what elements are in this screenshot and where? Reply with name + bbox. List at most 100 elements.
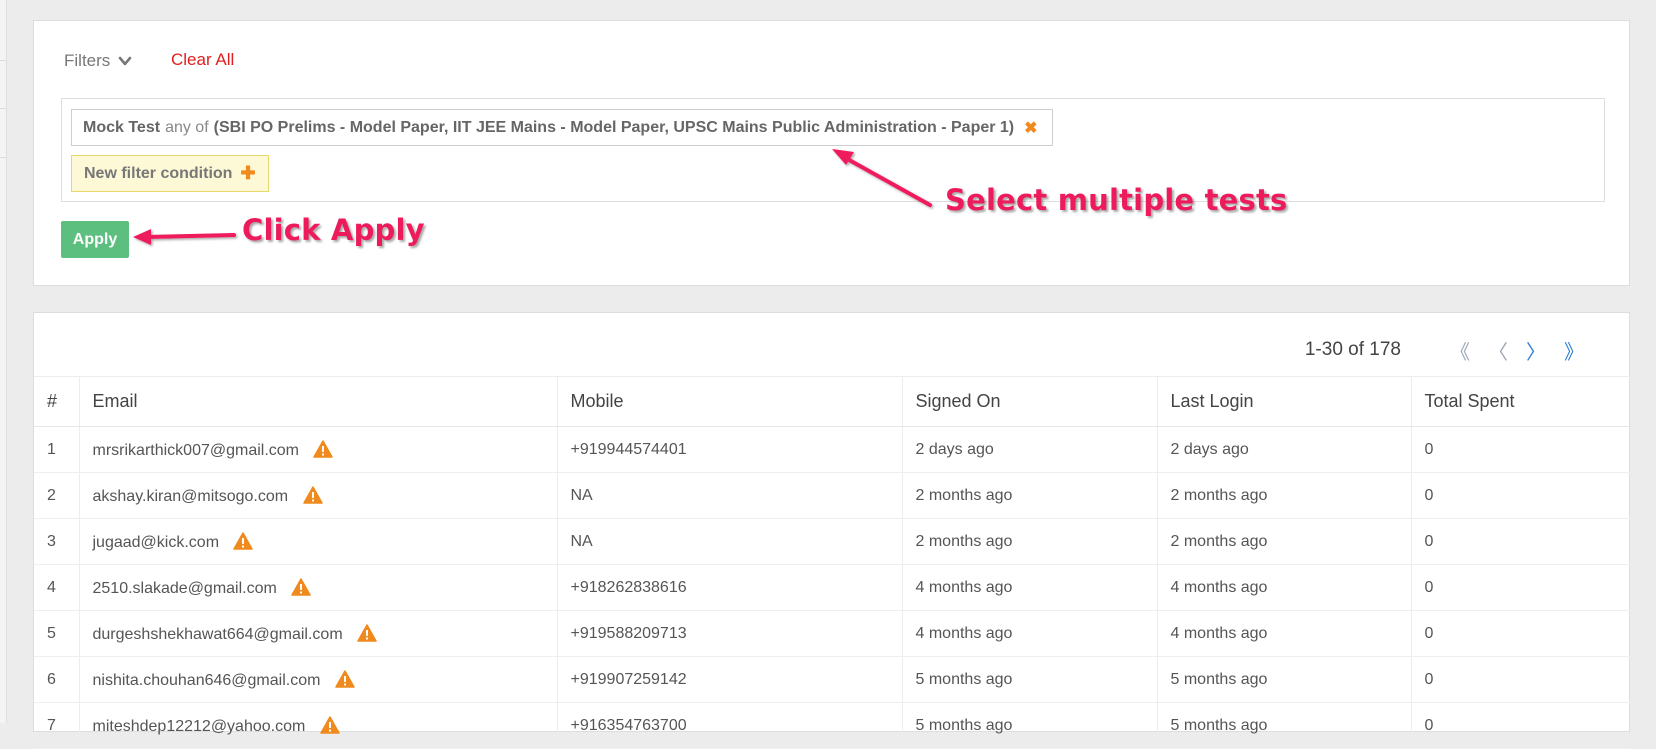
email-cell: miteshdep12212@yahoo.com <box>78 702 557 749</box>
signed-on-cell: 4 months ago <box>901 610 1157 657</box>
signed-on-text: 2 months ago <box>915 532 1013 550</box>
row-number-cell: 5 <box>34 610 79 657</box>
table-row[interactable]: 6 nishita.chouhan646@gmail.com +919907259… <box>34 656 1631 703</box>
column-header[interactable]: Signed On <box>901 376 1157 427</box>
signed-on-text: 2 days ago <box>915 440 994 458</box>
email-text[interactable]: nishita.chouhan646@gmail.com <box>93 672 321 689</box>
row-number-text: 4 <box>47 578 56 596</box>
mobile-cell: +916354763700 <box>556 702 902 749</box>
email-text[interactable]: 2510.slakade@gmail.com <box>93 580 277 597</box>
email-text[interactable]: jugaad@kick.com <box>93 534 220 551</box>
column-header[interactable]: Total Spent <box>1410 376 1631 427</box>
total-spent-text: 0 <box>1424 716 1434 734</box>
last-login-text: 4 months ago <box>1170 624 1268 642</box>
row-number-cell: 7 <box>34 702 79 749</box>
email-text[interactable]: miteshdep12212@yahoo.com <box>93 718 306 735</box>
sidebar-divider <box>0 108 7 109</box>
signed-on-text: 5 months ago <box>915 670 1013 688</box>
apply-button[interactable]: Apply <box>61 221 129 258</box>
last-login-cell: 2 months ago <box>1156 472 1411 519</box>
warning-icon <box>233 531 254 550</box>
total-spent-cell: 0 <box>1410 610 1631 657</box>
filters-toggle[interactable]: Filters <box>64 51 132 71</box>
sidebar-divider <box>0 157 7 158</box>
table-row[interactable]: 1 mrsrikarthick007@gmail.com +91994457440… <box>34 426 1631 473</box>
chevron-down-icon <box>118 56 132 66</box>
signed-on-cell: 4 months ago <box>901 564 1157 611</box>
total-spent-cell: 0 <box>1410 564 1631 611</box>
email-cell: akshay.kiran@mitsogo.com <box>78 472 557 519</box>
signed-on-text: 5 months ago <box>915 716 1013 734</box>
mobile-cell: NA <box>556 518 902 565</box>
last-login-cell: 4 months ago <box>1156 610 1411 657</box>
row-number-text: 3 <box>47 532 56 550</box>
column-header[interactable]: Mobile <box>556 376 902 427</box>
warning-icon <box>357 623 377 642</box>
total-spent-text: 0 <box>1424 670 1434 688</box>
column-header[interactable]: # <box>34 376 79 427</box>
email-cell: mrsrikarthick007@gmail.com <box>78 426 557 473</box>
table-row[interactable]: 4 2510.slakade@gmail.com +918262838616 4 m… <box>34 564 1631 611</box>
total-spent-text: 0 <box>1424 486 1434 504</box>
row-number-text: 5 <box>47 624 56 642</box>
column-header[interactable]: Email <box>78 376 557 427</box>
new-filter-condition-button[interactable]: New filter condition ✚ <box>71 155 269 192</box>
signed-on-text: 2 months ago <box>915 486 1013 504</box>
plus-icon: ✚ <box>240 163 256 183</box>
signed-on-cell: 2 months ago <box>901 472 1157 519</box>
total-spent-cell: 0 <box>1410 426 1631 473</box>
total-spent-text: 0 <box>1424 578 1434 596</box>
last-page-icon[interactable]: 》 <box>1555 336 1593 365</box>
pagination-range: 1-30 of 178 <box>1304 339 1401 360</box>
signed-on-cell: 2 months ago <box>901 518 1157 565</box>
next-page-icon[interactable]: 〉 <box>1517 336 1555 365</box>
condition-values: (SBI PO Prelims - Model Paper, IIT JEE M… <box>213 118 1015 136</box>
last-login-cell: 5 months ago <box>1156 656 1411 703</box>
mobile-text: NA <box>570 532 593 550</box>
last-login-text: 4 months ago <box>1170 578 1268 596</box>
first-page-icon[interactable]: 《 <box>1441 336 1479 365</box>
table-row[interactable]: 3 jugaad@kick.com NA 2 months ago 2 months … <box>34 518 1631 565</box>
signed-on-text: 4 months ago <box>915 578 1013 596</box>
email-text[interactable]: mrsrikarthick007@gmail.com <box>93 442 300 459</box>
table-row[interactable]: 5 durgeshshekhawat664@gmail.com +91958820… <box>34 610 1631 657</box>
warning-icon <box>291 577 312 596</box>
total-spent-text: 0 <box>1424 440 1434 458</box>
last-login-text: 2 days ago <box>1170 440 1249 458</box>
table-row[interactable]: 7 miteshdep12212@yahoo.com +916354763700 5… <box>34 702 1631 749</box>
condition-operator: any of <box>165 118 209 136</box>
total-spent-cell: 0 <box>1410 472 1631 519</box>
warning-icon <box>313 439 334 458</box>
filters-label: Filters <box>64 51 111 70</box>
mobile-text: NA <box>570 486 593 504</box>
condition-field: Mock Test <box>83 118 161 136</box>
signed-on-cell: 2 days ago <box>901 426 1157 473</box>
prev-page-icon[interactable]: 〈 <box>1479 336 1517 365</box>
warning-icon <box>335 669 355 688</box>
column-header[interactable]: Last Login <box>1156 376 1411 427</box>
last-login-text: 2 months ago <box>1170 532 1268 550</box>
email-cell: durgeshshekhawat664@gmail.com <box>78 610 557 657</box>
warning-icon <box>320 715 340 734</box>
clear-all-link[interactable]: Clear All <box>171 50 234 70</box>
pagination: 1-30 of 178 《 〈 〉 》 <box>1305 335 1593 365</box>
table-row[interactable]: 2 akshay.kiran@mitsogo.com NA 2 months ago… <box>34 472 1631 519</box>
filter-condition-chip[interactable]: Mock Test any of (SBI PO Prelims - Model… <box>71 109 1053 146</box>
total-spent-text: 0 <box>1424 532 1434 550</box>
mobile-text: +919944574401 <box>570 440 687 458</box>
total-spent-cell: 0 <box>1410 518 1631 565</box>
filter-conditions-box: Mock Test any of (SBI PO Prelims - Model… <box>61 98 1605 202</box>
signed-on-cell: 5 months ago <box>901 702 1157 749</box>
mobile-cell: NA <box>556 472 902 519</box>
last-login-cell: 5 months ago <box>1156 702 1411 749</box>
mobile-cell: +918262838616 <box>556 564 902 611</box>
users-panel: 1-30 of 178 《 〈 〉 》 # Email Mobile Signe… <box>33 312 1631 749</box>
signed-on-cell: 5 months ago <box>901 656 1157 703</box>
row-number-cell: 6 <box>34 656 79 703</box>
users-table: # Email Mobile Signed On Last Login Tota… <box>34 376 1631 749</box>
mobile-text: +919907259142 <box>570 670 687 688</box>
last-login-text: 5 months ago <box>1170 716 1268 734</box>
email-text[interactable]: durgeshshekhawat664@gmail.com <box>93 626 343 643</box>
remove-condition-icon[interactable]: ✖ <box>1024 118 1037 138</box>
email-text[interactable]: akshay.kiran@mitsogo.com <box>93 488 289 505</box>
